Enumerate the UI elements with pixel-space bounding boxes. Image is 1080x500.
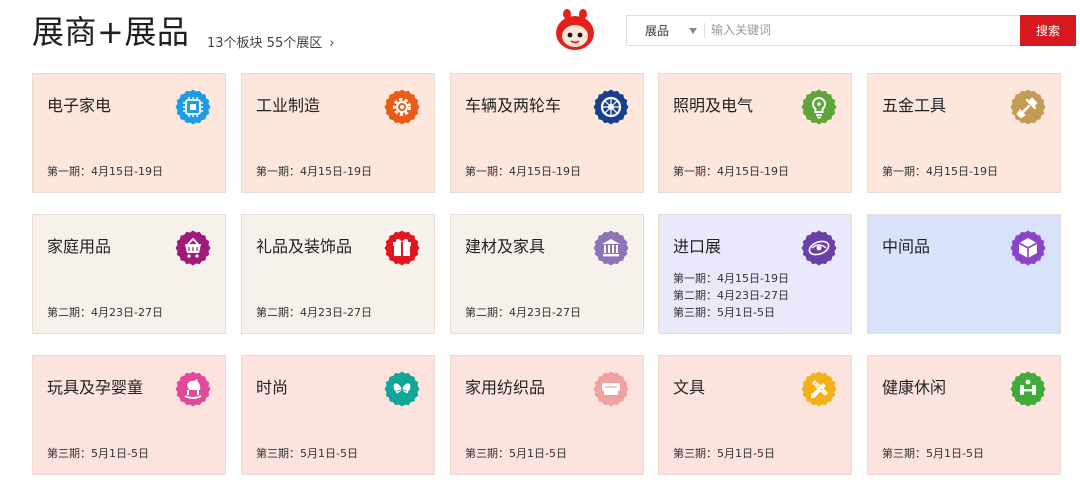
sector-name: 五金工具 (882, 96, 947, 115)
sector-name: 时尚 (256, 378, 289, 397)
sector-card[interactable]: 家庭用品 第二期：4月23日-27日 (32, 214, 226, 334)
sector-name: 工业制造 (256, 96, 321, 115)
sector-card[interactable]: 五金工具 第一期：4月15日-19日 (867, 73, 1061, 193)
sector-dates: 第三期：5月1日-5日 (47, 445, 149, 462)
wheel-icon (593, 89, 629, 125)
sector-name: 车辆及两轮车 (465, 96, 562, 115)
sector-dates: 第一期：4月15日-19日 (465, 163, 581, 180)
search-divider (704, 23, 705, 38)
sector-date-line: 第三期：5月1日-5日 (673, 447, 775, 460)
box-icon (1010, 230, 1046, 266)
sector-date-line: 第三期：5月1日-5日 (465, 447, 567, 460)
sector-dates: 第一期：4月15日-19日 (256, 163, 372, 180)
import-icon (801, 230, 837, 266)
pencil-ruler-icon (801, 371, 837, 407)
sector-dates: 第一期：4月15日-19日 (673, 163, 789, 180)
sector-date-line: 第三期：5月1日-5日 (673, 306, 775, 319)
sector-name: 家庭用品 (47, 237, 112, 256)
sector-card[interactable]: 玩具及孕婴童 第三期：5月1日-5日 (32, 355, 226, 475)
sector-dates: 第一期：4月15日-19日 第二期：4月23日-27日 第三期：5月1日-5日 (673, 270, 789, 321)
sector-card[interactable]: 工业制造 第一期：4月15日-19日 (241, 73, 435, 193)
sector-dates: 第二期：4月23日-27日 (465, 304, 581, 321)
sector-dates: 第三期：5月1日-5日 (256, 445, 358, 462)
sector-name: 文具 (673, 378, 706, 397)
page-title: 展商+展品 (32, 13, 190, 51)
sector-date-line: 第一期：4月15日-19日 (47, 165, 163, 178)
sector-dates: 第三期：5月1日-5日 (465, 445, 567, 462)
butterfly-icon (384, 371, 420, 407)
rocking-horse-icon (175, 371, 211, 407)
sector-name: 进口展 (673, 237, 722, 256)
sector-card[interactable]: 时尚 第三期：5月1日-5日 (241, 355, 435, 475)
sector-dates: 第一期：4月15日-19日 (882, 163, 998, 180)
sector-card[interactable]: 电子家电 第一期：4月15日-19日 (32, 73, 226, 193)
search-button[interactable]: 搜索 (1020, 15, 1076, 46)
sector-dates: 第三期：5月1日-5日 (882, 445, 984, 462)
sector-date-line: 第一期：4月15日-19日 (256, 165, 372, 178)
gift-icon (384, 230, 420, 266)
sector-card[interactable]: 建材及家具 第二期：4月23日-27日 (450, 214, 644, 334)
building-icon (593, 230, 629, 266)
sector-date-line: 第二期：4月23日-27日 (256, 306, 372, 319)
page-header: 展商+展品 13个板块 55个展区 › 展品 搜索 (0, 0, 1080, 70)
tools-icon (1010, 89, 1046, 125)
search-category-label: 展品 (645, 24, 670, 38)
chip-icon (175, 89, 211, 125)
search-input[interactable] (711, 19, 1011, 41)
gear-icon (384, 89, 420, 125)
sector-card[interactable]: 礼品及装饰品 第二期：4月23日-27日 (241, 214, 435, 334)
sector-card[interactable]: 照明及电气 第一期：4月15日-19日 (658, 73, 852, 193)
caret-down-icon (689, 28, 697, 34)
sector-name: 礼品及装饰品 (256, 237, 353, 256)
search-bar: 展品 搜索 (626, 15, 1076, 46)
bulb-icon (801, 89, 837, 125)
sector-dates: 第二期：4月23日-27日 (256, 304, 372, 321)
sector-date-line: 第一期：4月15日-19日 (673, 272, 789, 285)
dumbbell-icon (1010, 371, 1046, 407)
sector-date-line: 第三期：5月1日-5日 (47, 447, 149, 460)
sector-dates: 第二期：4月23日-27日 (47, 304, 163, 321)
sector-name: 建材及家具 (465, 237, 546, 256)
sector-date-line: 第三期：5月1日-5日 (882, 447, 984, 460)
basket-icon (175, 230, 211, 266)
sector-card[interactable]: 文具 第三期：5月1日-5日 (658, 355, 852, 475)
sector-date-line: 第三期：5月1日-5日 (256, 447, 358, 460)
summary-link[interactable]: 13个板块 55个展区 › (207, 35, 334, 53)
search-category-select[interactable]: 展品 (627, 16, 704, 45)
sector-date-line: 第一期：4月15日-19日 (882, 165, 998, 178)
sector-dates: 第三期：5月1日-5日 (673, 445, 775, 462)
sector-date-line: 第一期：4月15日-19日 (465, 165, 581, 178)
textile-icon (593, 371, 629, 407)
sector-name: 中间品 (882, 237, 931, 256)
sector-card[interactable]: 车辆及两轮车 第一期：4月15日-19日 (450, 73, 644, 193)
summary-text: 13个板块 55个展区 (207, 36, 323, 51)
sector-date-line: 第二期：4月23日-27日 (465, 306, 581, 319)
sector-name: 照明及电气 (673, 96, 754, 115)
mascot-logo (553, 8, 597, 52)
sector-date-line: 第二期：4月23日-27日 (673, 289, 789, 302)
sector-card[interactable]: 中间品 (867, 214, 1061, 334)
sector-name: 家用纺织品 (465, 378, 546, 397)
sector-card[interactable]: 健康休闲 第三期：5月1日-5日 (867, 355, 1061, 475)
sector-date-line: 第二期：4月23日-27日 (47, 306, 163, 319)
sector-name: 健康休闲 (882, 378, 947, 397)
sector-card[interactable]: 家用纺织品 第三期：5月1日-5日 (450, 355, 644, 475)
sector-dates: 第一期：4月15日-19日 (47, 163, 163, 180)
sector-name: 玩具及孕婴童 (47, 378, 144, 397)
sector-name: 电子家电 (47, 96, 112, 115)
sector-date-line: 第一期：4月15日-19日 (673, 165, 789, 178)
sector-card[interactable]: 进口展 第一期：4月15日-19日 第二期：4月23日-27日 第三期：5月1日-5… (658, 214, 852, 334)
chevron-right-icon: › (329, 36, 335, 51)
